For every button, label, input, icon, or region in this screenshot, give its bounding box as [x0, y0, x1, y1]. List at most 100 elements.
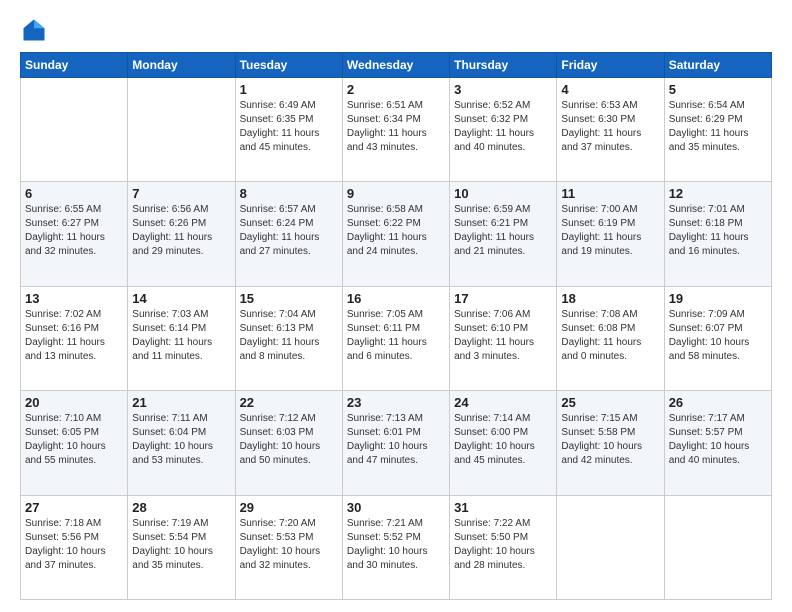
day-info: Sunrise: 7:13 AM Sunset: 6:01 PM Dayligh… [347, 412, 445, 468]
calendar-header-tuesday: Tuesday [235, 53, 342, 78]
day-info: Sunrise: 7:20 AM Sunset: 5:53 PM Dayligh… [240, 517, 338, 573]
day-info: Sunrise: 7:06 AM Sunset: 6:10 PM Dayligh… [454, 308, 552, 364]
day-info: Sunrise: 6:53 AM Sunset: 6:30 PM Dayligh… [561, 99, 659, 155]
day-info: Sunrise: 7:22 AM Sunset: 5:50 PM Dayligh… [454, 517, 552, 573]
day-number: 11 [561, 186, 659, 201]
calendar-header-saturday: Saturday [664, 53, 771, 78]
day-number: 21 [132, 395, 230, 410]
calendar-cell: 18 Sunrise: 7:08 AM Sunset: 6:08 PM Dayli… [557, 286, 664, 390]
calendar-header-monday: Monday [128, 53, 235, 78]
day-number: 18 [561, 291, 659, 306]
day-info: Sunrise: 7:12 AM Sunset: 6:03 PM Dayligh… [240, 412, 338, 468]
day-info: Sunrise: 6:59 AM Sunset: 6:21 PM Dayligh… [454, 203, 552, 259]
logo-icon [20, 16, 48, 44]
calendar-cell: 26Sunrise: 7:17 AM Sunset: 5:57 PM Dayli… [664, 391, 771, 495]
day-number: 30 [347, 500, 445, 515]
day-info: Sunrise: 6:55 AM Sunset: 6:27 PM Dayligh… [25, 203, 123, 259]
day-number: 24 [454, 395, 552, 410]
day-info: Sunrise: 7:08 AM Sunset: 6:08 PM Dayligh… [561, 308, 659, 364]
day-number: 12 [669, 186, 767, 201]
day-info: Sunrise: 7:18 AM Sunset: 5:56 PM Dayligh… [25, 517, 123, 573]
calendar-cell: 1 Sunrise: 6:49 AM Sunset: 6:35 PM Daylig… [235, 78, 342, 182]
day-info: Sunrise: 6:54 AM Sunset: 6:29 PM Dayligh… [669, 99, 767, 155]
calendar-week-1: 1 Sunrise: 6:49 AM Sunset: 6:35 PM Daylig… [21, 78, 772, 182]
day-number: 25 [561, 395, 659, 410]
day-number: 17 [454, 291, 552, 306]
day-info: Sunrise: 7:05 AM Sunset: 6:11 PM Dayligh… [347, 308, 445, 364]
day-info: Sunrise: 7:11 AM Sunset: 6:04 PM Dayligh… [132, 412, 230, 468]
day-info: Sunrise: 6:49 AM Sunset: 6:35 PM Dayligh… [240, 99, 338, 155]
day-number: 7 [132, 186, 230, 201]
calendar-cell: 19 Sunrise: 7:09 AM Sunset: 6:07 PM Dayli… [664, 286, 771, 390]
day-number: 5 [669, 82, 767, 97]
day-number: 16 [347, 291, 445, 306]
calendar-cell: 17 Sunrise: 7:06 AM Sunset: 6:10 PM Dayli… [450, 286, 557, 390]
calendar-cell: 9Sunrise: 6:58 AM Sunset: 6:22 PM Daylig… [342, 182, 449, 286]
calendar-cell: 3Sunrise: 6:52 AM Sunset: 6:32 PM Daylig… [450, 78, 557, 182]
calendar-cell: 10 Sunrise: 6:59 AM Sunset: 6:21 PM Dayli… [450, 182, 557, 286]
day-info: Sunrise: 7:15 AM Sunset: 5:58 PM Dayligh… [561, 412, 659, 468]
calendar-cell: 24 Sunrise: 7:14 AM Sunset: 6:00 PM Dayli… [450, 391, 557, 495]
calendar-cell: 20 Sunrise: 7:10 AM Sunset: 6:05 PM Dayli… [21, 391, 128, 495]
day-info: Sunrise: 7:17 AM Sunset: 5:57 PM Dayligh… [669, 412, 767, 468]
calendar-cell [664, 495, 771, 599]
day-number: 3 [454, 82, 552, 97]
calendar-cell [21, 78, 128, 182]
day-info: Sunrise: 6:51 AM Sunset: 6:34 PM Dayligh… [347, 99, 445, 155]
day-info: Sunrise: 7:03 AM Sunset: 6:14 PM Dayligh… [132, 308, 230, 364]
calendar-header-row: SundayMondayTuesdayWednesdayThursdayFrid… [21, 53, 772, 78]
calendar-cell: 21 Sunrise: 7:11 AM Sunset: 6:04 PM Dayli… [128, 391, 235, 495]
logo [20, 16, 52, 44]
calendar-header-thursday: Thursday [450, 53, 557, 78]
day-number: 15 [240, 291, 338, 306]
calendar-cell: 5 Sunrise: 6:54 AM Sunset: 6:29 PM Daylig… [664, 78, 771, 182]
calendar-cell: 11 Sunrise: 7:00 AM Sunset: 6:19 PM Dayli… [557, 182, 664, 286]
day-number: 27 [25, 500, 123, 515]
calendar-cell: 8 Sunrise: 6:57 AM Sunset: 6:24 PM Daylig… [235, 182, 342, 286]
day-info: Sunrise: 7:10 AM Sunset: 6:05 PM Dayligh… [25, 412, 123, 468]
calendar-cell: 27 Sunrise: 7:18 AM Sunset: 5:56 PM Dayli… [21, 495, 128, 599]
calendar-table: SundayMondayTuesdayWednesdayThursdayFrid… [20, 52, 772, 600]
day-number: 29 [240, 500, 338, 515]
day-number: 14 [132, 291, 230, 306]
calendar-cell: 15 Sunrise: 7:04 AM Sunset: 6:13 PM Dayli… [235, 286, 342, 390]
calendar-cell: 4 Sunrise: 6:53 AM Sunset: 6:30 PM Daylig… [557, 78, 664, 182]
calendar-cell: 23 Sunrise: 7:13 AM Sunset: 6:01 PM Dayli… [342, 391, 449, 495]
day-number: 1 [240, 82, 338, 97]
calendar-header-wednesday: Wednesday [342, 53, 449, 78]
day-number: 10 [454, 186, 552, 201]
day-number: 23 [347, 395, 445, 410]
calendar-cell: 6Sunrise: 6:55 AM Sunset: 6:27 PM Daylig… [21, 182, 128, 286]
calendar-cell [128, 78, 235, 182]
day-number: 8 [240, 186, 338, 201]
calendar-week-3: 13Sunrise: 7:02 AM Sunset: 6:16 PM Dayli… [21, 286, 772, 390]
calendar-week-2: 6Sunrise: 6:55 AM Sunset: 6:27 PM Daylig… [21, 182, 772, 286]
calendar-cell: 12Sunrise: 7:01 AM Sunset: 6:18 PM Dayli… [664, 182, 771, 286]
calendar-header-friday: Friday [557, 53, 664, 78]
day-info: Sunrise: 7:09 AM Sunset: 6:07 PM Dayligh… [669, 308, 767, 364]
day-number: 22 [240, 395, 338, 410]
day-info: Sunrise: 7:04 AM Sunset: 6:13 PM Dayligh… [240, 308, 338, 364]
day-number: 4 [561, 82, 659, 97]
day-number: 9 [347, 186, 445, 201]
day-number: 19 [669, 291, 767, 306]
calendar-cell: 13Sunrise: 7:02 AM Sunset: 6:16 PM Dayli… [21, 286, 128, 390]
calendar-header-sunday: Sunday [21, 53, 128, 78]
calendar-cell: 25 Sunrise: 7:15 AM Sunset: 5:58 PM Dayli… [557, 391, 664, 495]
calendar-cell: 2 Sunrise: 6:51 AM Sunset: 6:34 PM Daylig… [342, 78, 449, 182]
day-info: Sunrise: 7:14 AM Sunset: 6:00 PM Dayligh… [454, 412, 552, 468]
calendar-cell: 29 Sunrise: 7:20 AM Sunset: 5:53 PM Dayli… [235, 495, 342, 599]
calendar-cell: 22 Sunrise: 7:12 AM Sunset: 6:03 PM Dayli… [235, 391, 342, 495]
calendar-cell: 31Sunrise: 7:22 AM Sunset: 5:50 PM Dayli… [450, 495, 557, 599]
page: SundayMondayTuesdayWednesdayThursdayFrid… [0, 0, 792, 612]
calendar-cell: 14 Sunrise: 7:03 AM Sunset: 6:14 PM Dayli… [128, 286, 235, 390]
day-info: Sunrise: 7:19 AM Sunset: 5:54 PM Dayligh… [132, 517, 230, 573]
day-number: 20 [25, 395, 123, 410]
day-info: Sunrise: 6:57 AM Sunset: 6:24 PM Dayligh… [240, 203, 338, 259]
day-info: Sunrise: 7:00 AM Sunset: 6:19 PM Dayligh… [561, 203, 659, 259]
day-info: Sunrise: 6:56 AM Sunset: 6:26 PM Dayligh… [132, 203, 230, 259]
calendar-cell: 30Sunrise: 7:21 AM Sunset: 5:52 PM Dayli… [342, 495, 449, 599]
calendar-week-5: 27 Sunrise: 7:18 AM Sunset: 5:56 PM Dayli… [21, 495, 772, 599]
day-number: 2 [347, 82, 445, 97]
calendar-cell: 7 Sunrise: 6:56 AM Sunset: 6:26 PM Daylig… [128, 182, 235, 286]
